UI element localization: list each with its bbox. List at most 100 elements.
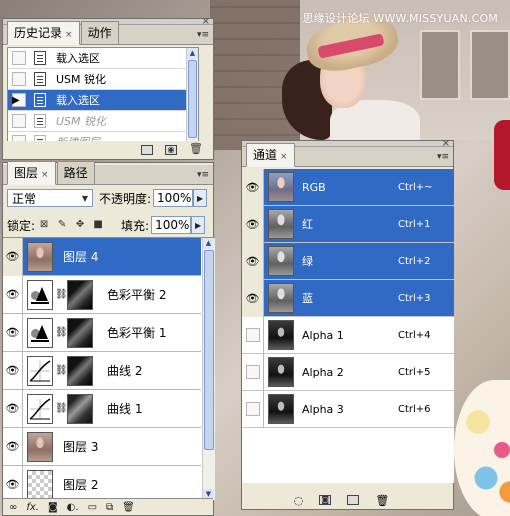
eye-icon[interactable]: 👁 (242, 168, 264, 206)
close-tab-icon[interactable]: × (41, 170, 49, 180)
layer-row[interactable]: 👁 图层 3 (3, 427, 201, 466)
lock-image-brush-icon[interactable]: ✎ (56, 219, 68, 231)
snapshot-checkbox[interactable] (12, 114, 26, 128)
tab-paths[interactable]: 路径 (56, 161, 95, 184)
tab-layers[interactable]: 图层 × (7, 161, 56, 185)
channel-name: 蓝 (302, 292, 313, 305)
trash-icon[interactable]: 🗑 (375, 494, 389, 507)
opacity-label: 不透明度: (99, 191, 152, 206)
history-item-label: USM 锐化 (56, 115, 107, 128)
layer-mask-thumbnail[interactable] (67, 393, 93, 424)
save-selection-icon[interactable]: ◙ (319, 495, 332, 505)
mask-icon[interactable]: ◙ (48, 502, 58, 513)
new-document-from-state-icon[interactable] (141, 145, 153, 155)
snapshot-checkbox[interactable] (12, 51, 26, 65)
eye-icon[interactable]: 👁 (3, 351, 23, 390)
layer-mask-thumbnail[interactable] (67, 355, 93, 386)
link-chain-icon: ⛓ (55, 327, 68, 338)
snapshot-camera-icon[interactable]: ◉ (165, 145, 177, 155)
eye-icon[interactable]: 👁 (3, 389, 23, 428)
visibility-toggle[interactable] (242, 390, 264, 428)
scroll-up-icon[interactable]: ▲ (203, 238, 214, 249)
opacity-input[interactable]: 100% (153, 189, 194, 207)
layer-row[interactable]: 👁 ⛓ 色彩平衡 2 (3, 275, 201, 314)
layer-row[interactable]: 👁 图层 4 (3, 238, 201, 276)
eye-icon[interactable]: 👁 (3, 427, 23, 466)
tab-history[interactable]: 历史记录 × (7, 21, 80, 45)
panel-menu-icon[interactable]: ▾≡ (197, 170, 209, 180)
channels-panel: × 通道 × ▾≡ 👁 RGB Ctrl+~ 👁 红 Ctrl+1 👁 绿 Ctr… (241, 139, 454, 510)
layer-thumbnail (27, 431, 53, 462)
list-item[interactable]: USM 锐化 (8, 69, 198, 90)
layer-mask-thumbnail[interactable] (67, 317, 93, 348)
layer-row[interactable]: 👁 ⛓ 曲线 2 (3, 351, 201, 390)
history-state-icon (34, 93, 46, 107)
adjustment-icon[interactable]: ◐. (67, 502, 79, 513)
channel-thumbnail (268, 283, 294, 313)
layers-footer: ∞ fx. ◙ ◐. ▭ ⧉ 🗑 (3, 498, 213, 515)
list-item[interactable]: 载入选区 (8, 48, 198, 69)
color-balance-icon (27, 317, 53, 348)
tab-actions[interactable]: 动作 (80, 21, 119, 44)
eye-icon[interactable]: 👁 (3, 275, 23, 314)
trash-icon[interactable]: 🗑 (122, 502, 135, 513)
channel-row[interactable]: 👁 红 Ctrl+1 (242, 205, 454, 243)
history-panel: × 历史记录× 动作 ▾≡ 载入选区 USM 锐化 ▶ 载入选区 USM 锐化 (2, 17, 214, 160)
snapshot-checkbox[interactable] (12, 72, 26, 86)
scroll-thumb[interactable] (204, 250, 214, 450)
visibility-toggle[interactable] (242, 353, 264, 391)
eye-icon[interactable]: 👁 (242, 242, 264, 280)
lock-transparency-icon[interactable]: ⊠ (38, 219, 50, 231)
new-layer-icon[interactable]: ⧉ (106, 502, 113, 513)
fx-icon[interactable]: fx. (26, 502, 39, 513)
fill-slider-button[interactable]: ▶ (191, 216, 206, 234)
panel-menu-icon[interactable]: ▾≡ (197, 30, 209, 40)
close-tab-icon[interactable]: × (280, 152, 288, 162)
layer-name: 曲线 2 (107, 364, 143, 378)
layer-mask-thumbnail[interactable] (67, 279, 93, 310)
eye-icon[interactable]: 👁 (3, 465, 23, 500)
fill-input[interactable]: 100% (151, 216, 192, 234)
channel-row[interactable]: Alpha 2 Ctrl+5 (242, 353, 454, 391)
trash-icon[interactable]: 🗑 (189, 143, 203, 155)
panel-menu-icon[interactable]: ▾≡ (437, 152, 449, 162)
lock-position-move-icon[interactable]: ✥ (74, 219, 86, 231)
lock-all-icon[interactable]: ■ (92, 219, 104, 231)
layer-row[interactable]: 👁 ⛓ 色彩平衡 1 (3, 313, 201, 352)
channel-shortcut: Ctrl+5 (398, 366, 431, 378)
channel-row[interactable]: 👁 RGB Ctrl+~ (242, 168, 454, 206)
layer-name: 图层 4 (63, 250, 99, 264)
history-state-icon (34, 51, 46, 65)
new-channel-icon[interactable] (347, 495, 360, 505)
list-item[interactable]: USM 锐化 (8, 111, 198, 132)
history-state-icon (34, 114, 46, 128)
load-selection-icon[interactable]: ◌ (294, 494, 304, 507)
channel-row[interactable]: Alpha 3 Ctrl+6 (242, 390, 454, 428)
scroll-up-icon[interactable]: ▲ (187, 48, 198, 59)
layer-row[interactable]: 👁 图层 2 (3, 465, 201, 500)
eye-icon[interactable]: 👁 (3, 238, 23, 276)
list-item[interactable]: ▶ 载入选区 (8, 90, 198, 111)
fill-label: 填充: (121, 218, 150, 233)
link-chain-icon: ⛓ (55, 365, 68, 376)
channel-row[interactable]: Alpha 1 Ctrl+4 (242, 316, 454, 354)
channel-row[interactable]: 👁 蓝 Ctrl+3 (242, 279, 454, 317)
eye-icon[interactable]: 👁 (242, 205, 264, 243)
channel-name: 绿 (302, 255, 313, 268)
window (470, 30, 510, 100)
scroll-thumb[interactable] (188, 60, 197, 138)
visibility-toggle[interactable] (242, 316, 264, 354)
layer-row[interactable]: 👁 ⛓ 曲线 1 (3, 389, 201, 428)
folder-icon[interactable]: ▭ (88, 502, 97, 513)
close-tab-icon[interactable]: × (65, 30, 73, 40)
channel-shortcut: Ctrl+~ (398, 181, 433, 193)
eye-icon[interactable]: 👁 (242, 279, 264, 317)
eye-icon[interactable]: 👁 (3, 313, 23, 352)
tab-channels[interactable]: 通道 × (246, 143, 295, 167)
layers-scrollbar[interactable]: ▲ ▼ (202, 238, 215, 500)
opacity-slider-button[interactable]: ▶ (193, 189, 208, 207)
link-icon[interactable]: ∞ (9, 502, 17, 513)
channel-row[interactable]: 👁 绿 Ctrl+2 (242, 242, 454, 280)
snapshot-checkbox[interactable]: ▶ (12, 93, 26, 107)
blend-mode-select[interactable]: 正常 ▼ (7, 189, 93, 207)
